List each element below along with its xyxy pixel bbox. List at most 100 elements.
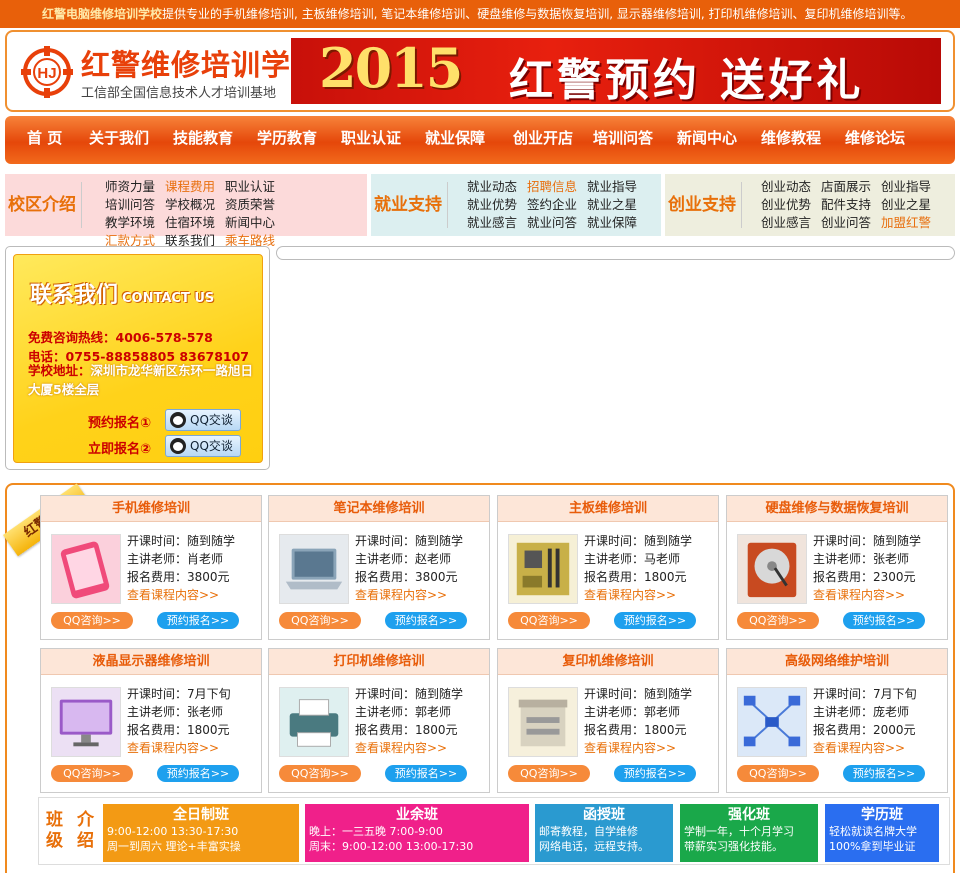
reserve-button[interactable]: 预约报名>>	[843, 765, 925, 782]
quick-link[interactable]: 课程费用	[165, 179, 215, 194]
quick-link[interactable]: 签约企业	[527, 197, 577, 212]
nav-item[interactable]: 职业认证	[341, 116, 401, 160]
main-nav: 首 页关于我们 技能教育 学历教育 职业认证 就业保障 创业开店 培训问答 新闻中心 维修教程维…	[5, 116, 955, 164]
quick-link[interactable]: 招聘信息	[527, 179, 577, 194]
class-box[interactable]: 强化班 学制一年，十个月学习 带薪实习强化技能。	[680, 804, 818, 862]
quick-link[interactable]: 学校概况	[165, 197, 215, 212]
printer-icon[interactable]	[279, 687, 349, 757]
quick-link[interactable]: 创业优势	[761, 197, 811, 212]
quick-link[interactable]: 创业动态	[761, 179, 811, 194]
quick-link[interactable]: 师资力量	[105, 179, 155, 194]
quick-link[interactable]: 就业感言	[467, 215, 517, 230]
quick-link[interactable]: 创业问答	[821, 215, 871, 230]
quick-link[interactable]: 就业之星	[587, 197, 637, 212]
class-desc: 周一到周六 理论+丰富实操	[107, 840, 241, 853]
quick-link[interactable]: 创业指导	[881, 179, 931, 194]
course-details-link[interactable]: 查看课程内容>>	[584, 586, 692, 604]
quick-link[interactable]: 就业指导	[587, 179, 637, 194]
qq-consult-button[interactable]: QQ咨询>>	[279, 765, 361, 782]
nav-item[interactable]: 就业保障	[425, 116, 485, 160]
course-details-link[interactable]: 查看课程内容>>	[127, 739, 231, 757]
quick-link[interactable]: 加盟红警	[881, 215, 931, 230]
course-title[interactable]: 复印机维修培训	[498, 649, 718, 675]
qq-chat-button-2[interactable]: QQ交谈	[165, 435, 241, 457]
monitor-icon[interactable]	[51, 687, 121, 757]
quick-link[interactable]: 创业感言	[761, 215, 811, 230]
course-details-link[interactable]: 查看课程内容>>	[813, 739, 917, 757]
laptop-icon[interactable]	[279, 534, 349, 604]
qq-consult-button[interactable]: QQ咨询>>	[51, 765, 133, 782]
nav-item[interactable]: 维修论坛	[845, 116, 905, 160]
phone-icon[interactable]	[51, 534, 121, 604]
school-logo-icon[interactable]: HJ	[19, 44, 75, 100]
hotline: 免费咨询热线：4006-578-578	[28, 330, 213, 345]
course-title[interactable]: 打印机维修培训	[269, 649, 489, 675]
quick-link[interactable]: 就业问答	[527, 215, 577, 230]
reserve-button[interactable]: 预约报名>>	[157, 765, 239, 782]
reserve-button[interactable]: 预约报名>>	[614, 765, 696, 782]
qq-consult-button[interactable]: QQ咨询>>	[737, 612, 819, 629]
course-title[interactable]: 液晶显示器维修培训	[41, 649, 261, 675]
divider	[447, 182, 448, 228]
course-details-link[interactable]: 查看课程内容>>	[813, 586, 921, 604]
course-title[interactable]: 手机维修培训	[41, 496, 261, 522]
qq-consult-button[interactable]: QQ咨询>>	[508, 612, 590, 629]
nav-item[interactable]: 学历教育	[257, 116, 317, 160]
reserve-button[interactable]: 预约报名>>	[157, 612, 239, 629]
course-fee: 报名费用：3800元	[355, 570, 458, 584]
course-fee: 报名费用：2300元	[813, 570, 916, 584]
course-title[interactable]: 主板维修培训	[498, 496, 718, 522]
qq-consult-button[interactable]: QQ咨询>>	[279, 612, 361, 629]
qq-chat-button-1[interactable]: QQ交谈	[165, 409, 241, 431]
quick-link[interactable]: 住宿环境	[165, 215, 215, 230]
course-title[interactable]: 硬盘维修与数据恢复培训	[727, 496, 947, 522]
school-subtitle: 工信部全国信息技术人才培训基地	[81, 86, 277, 101]
nav-item[interactable]: 维修教程	[761, 116, 821, 160]
class-box[interactable]: 业余班 晚上：一三五晚 7:00-9:00 周末：9:00-12:00 13:00-…	[305, 804, 529, 862]
course-card: 复印机维修培训 开课时间：随到随学 主讲老师：郭老师 报名费用：1800元 查看课程内容…	[497, 648, 719, 793]
qq-consult-button[interactable]: QQ咨询>>	[508, 765, 590, 782]
quick-link[interactable]: 资质荣誉	[225, 197, 275, 212]
nav-item[interactable]: 技能教育	[173, 116, 233, 160]
course-details-link[interactable]: 查看课程内容>>	[584, 739, 692, 757]
quick-link[interactable]: 培训问答	[105, 197, 155, 212]
qq-consult-button[interactable]: QQ咨询>>	[737, 765, 819, 782]
reserve-button[interactable]: 预约报名>>	[843, 612, 925, 629]
nav-item[interactable]: 培训问答	[593, 116, 653, 160]
quick-link[interactable]: 就业优势	[467, 197, 517, 212]
reserve-button[interactable]: 预约报名>>	[385, 765, 467, 782]
nav-item[interactable]: 关于我们	[89, 116, 149, 160]
promo-banner[interactable]: 2015 红警预约 送好礼	[291, 38, 941, 104]
quick-link[interactable]: 就业保障	[587, 215, 637, 230]
network-icon[interactable]	[737, 687, 807, 757]
nav-item[interactable]: 创业开店	[513, 116, 573, 160]
quick-link[interactable]: 职业认证	[225, 179, 275, 194]
course-title[interactable]: 高级网络维护培训	[727, 649, 947, 675]
reserve-button[interactable]: 预约报名>>	[385, 612, 467, 629]
motherboard-icon[interactable]	[508, 534, 578, 604]
nav-item[interactable]: 新闻中心	[677, 116, 737, 160]
reserve-button[interactable]: 预约报名>>	[614, 612, 696, 629]
harddisk-icon[interactable]	[737, 534, 807, 604]
class-box[interactable]: 函授班 邮寄教程，自学维修 网络电话，远程支持。	[535, 804, 673, 862]
class-name: 全日制班	[173, 807, 229, 823]
quick-link[interactable]: 就业动态	[467, 179, 517, 194]
quick-link[interactable]: 创业之星	[881, 197, 931, 212]
course-details-link[interactable]: 查看课程内容>>	[355, 739, 463, 757]
course-info: 开课时间：随到随学 主讲老师：郭老师 报名费用：1800元 查看课程内容>>	[355, 685, 463, 757]
quick-link[interactable]: 配件支持	[821, 197, 871, 212]
copier-icon[interactable]	[508, 687, 578, 757]
course-title[interactable]: 笔记本维修培训	[269, 496, 489, 522]
qq-consult-button[interactable]: QQ咨询>>	[51, 612, 133, 629]
course-details-link[interactable]: 查看课程内容>>	[127, 586, 235, 604]
class-title-text: 介绍	[77, 810, 94, 851]
class-box[interactable]: 学历班 轻松就读名牌大学 100%拿到毕业证	[825, 804, 939, 862]
nav-item[interactable]: 首 页	[27, 116, 62, 160]
class-box[interactable]: 全日制班 9:00-12:00 13:30-17:30 周一到周六 理论+丰富实操	[103, 804, 299, 862]
course-details-link[interactable]: 查看课程内容>>	[355, 586, 463, 604]
quick-link[interactable]: 新闻中心	[225, 215, 275, 230]
quick-link[interactable]: 教学环境	[105, 215, 155, 230]
quick-links-employment: 就业 支持 就业动态 招聘信息 就业指导 就业优势 签约企业 就业之星 就业感言 就业问答 就业保障	[371, 174, 661, 236]
news-slider[interactable]	[276, 246, 955, 260]
quick-link[interactable]: 店面展示	[821, 179, 871, 194]
